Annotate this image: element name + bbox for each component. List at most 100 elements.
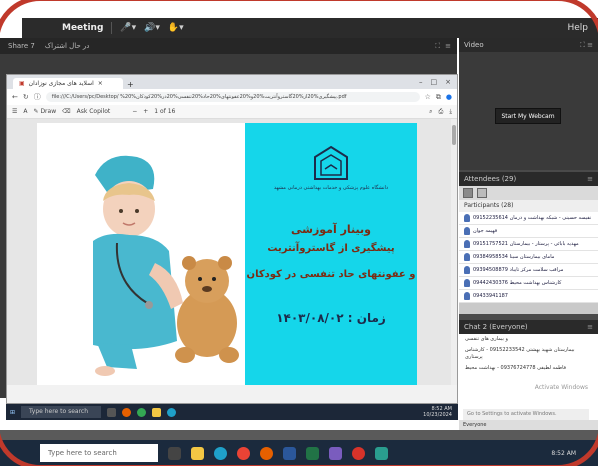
close-tab-icon[interactable]: ×: [98, 80, 103, 87]
edge-icon[interactable]: [214, 446, 227, 460]
shared-date: 10/23/2024: [423, 412, 452, 418]
task-view-icon[interactable]: [168, 446, 181, 460]
slide-topic-line-2: و عفونتهای حاد تنفسی در کودکان: [246, 269, 416, 280]
participants-header[interactable]: Participants (28): [459, 200, 598, 212]
taskbar-clock[interactable]: 8:52 AM: [551, 450, 576, 457]
pdf-viewer[interactable]: دانشگاه علوم پزشکی و خدمات بهداشتی درمان…: [7, 119, 457, 385]
divider: [111, 22, 113, 34]
extensions-icon[interactable]: ⧉: [436, 93, 441, 102]
attendee-name: 09433941187: [473, 293, 508, 299]
video-pod-title: Video: [464, 41, 484, 49]
explorer-icon[interactable]: [152, 407, 162, 417]
attendees-toolbar: [459, 186, 598, 200]
pdf-scrollbar[interactable]: [451, 119, 457, 385]
menu-icon[interactable]: ≡: [445, 42, 451, 51]
refresh-icon[interactable]: ↻: [23, 93, 29, 101]
meeting-menu[interactable]: Meeting: [62, 23, 103, 33]
attendee-row[interactable]: مهدیه بابائی - پرستار - بیمارستان 091517…: [459, 238, 598, 251]
browser-tab-bar: ▣ اسلاید های مجازی نوزادان × + – □ ×: [7, 75, 457, 89]
save-icon[interactable]: ⤓: [449, 108, 452, 116]
slide-heading: وبینار آموزشی: [291, 223, 371, 236]
child-with-teddy-image: [93, 155, 239, 376]
file-explorer-icon[interactable]: [191, 446, 204, 460]
attendees-pod: Attendees (29) ≡ Participants (28) نفیسه…: [459, 172, 598, 314]
excel-icon[interactable]: [306, 446, 319, 460]
page-indicator[interactable]: 1 of 16: [154, 108, 175, 115]
task-view-icon[interactable]: [107, 407, 117, 417]
pdf-toolbar: ☰ A ✎ Draw ⌫ Ask Copilot − + 1 of 16 ⌕ ⎙…: [7, 105, 457, 119]
tab-title: اسلاید های مجازی نوزادان: [28, 80, 94, 87]
draw-label: Draw: [40, 108, 57, 115]
attendees-menu-icon[interactable]: ≡: [587, 175, 593, 183]
chrome-icon[interactable]: [237, 446, 250, 460]
profile-icon[interactable]: ●: [446, 93, 452, 101]
right-pods-column: Video ⛶ ≡ Start My Webcam Attendees (29)…: [459, 38, 598, 430]
address-bar[interactable]: file:///C:/Users/pc/Desktop/ %پیشگیری%20…: [45, 92, 420, 102]
pdf-page: دانشگاه علوم پزشکی و خدمات بهداشتی درمان…: [37, 123, 417, 385]
person-icon: [464, 214, 470, 222]
start-webcam-button[interactable]: Start My Webcam: [495, 108, 561, 124]
shared-search-box[interactable]: Type here to search: [21, 406, 102, 418]
attendee-row[interactable]: نفیسه حسینی - شبکه بهداشت و درمان 091522…: [459, 212, 598, 225]
browser-tab[interactable]: ▣ اسلاید های مجازی نوزادان ×: [13, 78, 123, 89]
speaker-icon[interactable]: 🔊▾: [144, 23, 160, 33]
chat-title: Chat 2 (Everyone): [464, 323, 528, 331]
connect-app-icon[interactable]: [352, 446, 365, 460]
list-view-icon[interactable]: [463, 188, 473, 198]
ask-copilot[interactable]: Ask Copilot: [77, 108, 111, 115]
slide-title-panel: دانشگاه علوم پزشکی و خدمات بهداشتی درمان…: [245, 123, 417, 385]
word-icon[interactable]: [283, 446, 296, 460]
status-view-icon[interactable]: [477, 188, 487, 198]
person-icon: [464, 266, 470, 274]
new-tab-icon[interactable]: +: [127, 80, 134, 89]
meeting-menu-bar: Meeting 🎤▾ 🔊▾ ✋▾ Help: [22, 18, 598, 38]
maximize-icon[interactable]: □: [431, 78, 438, 86]
edge-icon[interactable]: [167, 407, 177, 417]
microphone-icon[interactable]: 🎤▾: [120, 23, 136, 33]
fullscreen-icon[interactable]: ⛶: [435, 42, 440, 51]
attendee-name: مراقب سلامت مرکز تایباد 09394508879: [473, 267, 564, 273]
video-pod: Video ⛶ ≡ Start My Webcam: [459, 38, 598, 170]
chrome-icon[interactable]: [137, 407, 147, 417]
zoom-out-icon[interactable]: −: [132, 108, 137, 115]
scroll-thumb[interactable]: [452, 125, 456, 145]
attendee-row[interactable]: کارشناس بهداشت محیط 09442430376: [459, 277, 598, 290]
media-icon[interactable]: [375, 446, 388, 460]
person-icon: [464, 292, 470, 300]
video-pod-menu-icon[interactable]: ⛶ ≡: [580, 41, 593, 50]
attendee-name: نفیسه حسینی - شبکه بهداشت و درمان 091522…: [473, 215, 592, 221]
attendee-name: کارشناس بهداشت محیط 09442430376: [473, 280, 562, 286]
chat-scope-selector[interactable]: Everyone: [459, 420, 598, 430]
read-aloud-icon[interactable]: A: [23, 108, 27, 115]
raise-hand-icon[interactable]: ✋▾: [168, 23, 184, 33]
chat-menu-icon[interactable]: ≡: [587, 323, 593, 331]
erase-icon[interactable]: ⌫: [62, 108, 70, 115]
minimize-icon[interactable]: –: [419, 78, 423, 86]
chat-message: و بیماری های تنفسی: [465, 336, 508, 342]
attendee-name: مامای بیمارستان سینا 09384958534: [473, 254, 555, 260]
slide-date: زمان : ۱۴۰۳/۰۸/۰۲: [276, 311, 386, 325]
windows-start-icon[interactable]: ⊞: [10, 409, 15, 416]
firefox-icon[interactable]: [122, 407, 132, 417]
help-menu[interactable]: Help: [567, 23, 588, 33]
photos-icon[interactable]: [329, 446, 342, 460]
close-window-icon[interactable]: ×: [445, 78, 451, 86]
taskbar-search-box[interactable]: Type here to search: [40, 444, 158, 462]
search-icon[interactable]: ⌕: [429, 108, 432, 116]
firefox-icon[interactable]: [260, 446, 273, 460]
screenshot-frame: Meeting 🎤▾ 🔊▾ ✋▾ Help Share 7 در حال اشت…: [0, 0, 598, 466]
draw-tool[interactable]: ✎ Draw: [34, 108, 57, 115]
zoom-in-icon[interactable]: +: [143, 108, 148, 115]
share-pod-header: Share 7 در حال اشتراک ⛶ ≡: [0, 38, 457, 54]
contents-icon[interactable]: ☰: [12, 108, 17, 115]
star-icon[interactable]: ☆: [425, 93, 431, 101]
back-icon[interactable]: ←: [12, 93, 18, 101]
print-icon[interactable]: ⎙: [439, 108, 444, 116]
attendee-row[interactable]: مامای بیمارستان سینا 09384958534: [459, 251, 598, 264]
chat-input[interactable]: Go to Settings to activate Windows.: [463, 409, 589, 420]
file-info-icon[interactable]: ⓘ: [34, 92, 41, 102]
windows-taskbar: Type here to search 8:52 AM: [0, 440, 598, 466]
attendee-row[interactable]: مراقب سلامت مرکز تایباد 09394508879: [459, 264, 598, 277]
attendee-row[interactable]: فهیمه جوان: [459, 225, 598, 238]
attendee-row[interactable]: 09433941187: [459, 290, 598, 303]
